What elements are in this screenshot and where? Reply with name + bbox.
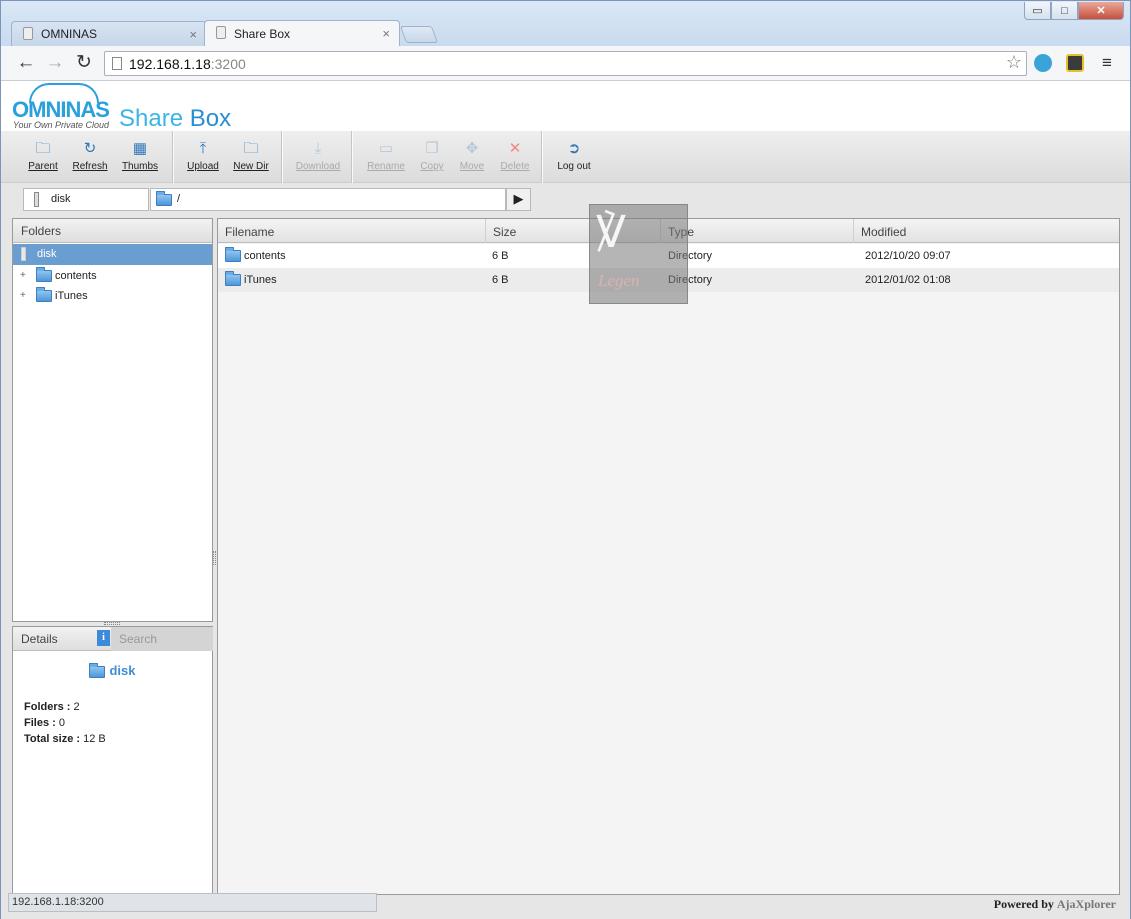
parent-folder-icon: 🗀 <box>35 140 51 157</box>
app-title: Share Box <box>119 105 232 132</box>
reload-button[interactable]: ↻ <box>73 52 95 74</box>
stat-folders: Folders : 2 <box>24 701 80 713</box>
new-tab-button[interactable] <box>399 26 439 43</box>
expand-icon[interactable]: + <box>20 270 26 281</box>
thumbs-button[interactable]: ▦ Thumbs <box>119 137 161 181</box>
new-dir-button[interactable]: 🗀 New Dir <box>230 137 272 181</box>
delete-button[interactable]: ✕ Delete <box>498 137 532 181</box>
parent-button[interactable]: 🗀 Parent <box>22 137 64 181</box>
details-pane: Details i Search disk Folders : 2 Files … <box>12 626 213 894</box>
tab-share-box[interactable]: Share Box × <box>204 20 400 47</box>
folder-icon <box>156 191 172 206</box>
stat-total-size: Total size : 12 B <box>24 733 106 745</box>
powered-by: Powered by AjaXplorer <box>993 897 1116 911</box>
rename-button[interactable]: ▭ Rename <box>365 137 407 181</box>
info-icon: i <box>97 630 110 646</box>
path-input[interactable]: / <box>150 188 506 211</box>
close-window-button[interactable]: ✕ <box>1078 2 1124 20</box>
minimize-button[interactable]: ▭ <box>1024 2 1051 20</box>
tree-item-contents[interactable]: + contents <box>13 266 212 286</box>
tab-label: Share Box <box>234 26 291 41</box>
folders-pane: Folders disk + contents + iTunes <box>12 218 213 622</box>
browser-window: OMNINAS × Share Box × ▭ □ ✕ ← → ↻ 192.16… <box>0 0 1131 919</box>
page-icon <box>112 57 122 70</box>
drive-icon <box>21 247 26 261</box>
upload-button[interactable]: ⤒ Upload <box>184 137 222 181</box>
address-url: 192.168.1.18:3200 <box>129 56 246 72</box>
refresh-icon: ↻ <box>83 140 97 157</box>
rename-icon: ▭ <box>378 140 394 157</box>
page-icon <box>216 26 226 39</box>
vertical-splitter[interactable] <box>213 551 216 565</box>
forward-button[interactable]: → <box>44 52 66 74</box>
browser-status-bar: 192.168.1.18:3200 <box>8 893 377 912</box>
folder-icon <box>225 271 241 286</box>
logo-tagline: Your Own Private Cloud <box>13 120 110 130</box>
back-button[interactable]: ← <box>15 52 37 74</box>
details-title: disk <box>13 662 212 678</box>
copy-icon: ❐ <box>425 140 439 157</box>
column-modified[interactable]: Modified <box>854 219 1119 243</box>
expand-icon[interactable]: + <box>20 290 26 301</box>
window-controls: ▭ □ ✕ <box>1024 2 1124 20</box>
column-filename[interactable]: Filename <box>218 219 486 243</box>
horizontal-splitter[interactable] <box>104 622 120 625</box>
stat-files: Files : 0 <box>24 717 65 729</box>
tab-search[interactable]: Search <box>111 627 213 651</box>
go-button[interactable]: ▶ <box>506 188 531 211</box>
page-icon <box>23 27 33 40</box>
tab-label: OMNINAS <box>41 27 98 41</box>
location-bar: disk / ▶ <box>1 183 1130 216</box>
browser-toolbar: ← → ↻ 192.168.1.18:3200 ☆ ≡ <box>1 46 1130 81</box>
tree-root-disk[interactable]: disk <box>13 244 212 265</box>
thumbs-grid-icon: ▦ <box>132 140 148 157</box>
folder-icon <box>89 662 106 678</box>
column-type[interactable]: Type <box>661 219 854 243</box>
extension-icon[interactable] <box>1066 54 1084 72</box>
copy-button[interactable]: ❐ Copy <box>417 137 447 181</box>
upload-icon: ⤒ <box>199 140 207 157</box>
menu-icon[interactable]: ≡ <box>1096 52 1118 74</box>
tab-close-icon[interactable]: × <box>189 27 197 42</box>
delete-icon: ✕ <box>508 140 522 157</box>
bookmark-star-icon[interactable]: ☆ <box>1006 52 1022 73</box>
tree-item-itunes[interactable]: + iTunes <box>13 286 212 306</box>
folder-icon <box>36 267 52 282</box>
tab-details[interactable]: Details <box>21 632 58 646</box>
repository-select[interactable]: disk <box>23 188 149 211</box>
logout-icon: ➲ <box>567 140 581 157</box>
file-list: Filename Size Type Modified contents 6 B… <box>217 218 1120 895</box>
download-button[interactable]: ⤓ Download <box>295 137 341 181</box>
refresh-button[interactable]: ↻ Refresh <box>68 137 112 181</box>
page: OMNINAS Your Own Private Cloud Share Box… <box>1 81 1130 919</box>
action-toolbar: 🗀 Parent ↻ Refresh ▦ Thumbs ⤒ Upload 🗀 N… <box>1 131 1130 183</box>
drive-icon <box>34 192 39 207</box>
folder-icon <box>36 287 52 302</box>
maximize-button[interactable]: □ <box>1051 2 1078 20</box>
folders-header: Folders <box>13 219 212 243</box>
skype-extension-icon[interactable] <box>1034 54 1052 72</box>
logout-button[interactable]: ➲ Log out <box>555 137 593 181</box>
new-folder-icon: 🗀 <box>243 140 259 157</box>
title-bar: OMNINAS × Share Box × ▭ □ ✕ <box>1 1 1130 47</box>
tab-close-icon[interactable]: × <box>382 26 390 41</box>
watermark-logo: ℣ Legen <box>589 204 688 304</box>
app-header: OMNINAS Your Own Private Cloud Share Box <box>1 81 1130 132</box>
move-button[interactable]: ✥ Move <box>457 137 487 181</box>
download-icon: ⤓ <box>314 140 322 157</box>
folder-icon <box>225 247 241 262</box>
address-bar[interactable]: 192.168.1.18:3200 ☆ <box>104 51 1027 76</box>
details-tabs: Details i Search <box>13 627 213 651</box>
tab-omninas[interactable]: OMNINAS × <box>11 21 207 47</box>
move-icon: ✥ <box>465 140 479 157</box>
